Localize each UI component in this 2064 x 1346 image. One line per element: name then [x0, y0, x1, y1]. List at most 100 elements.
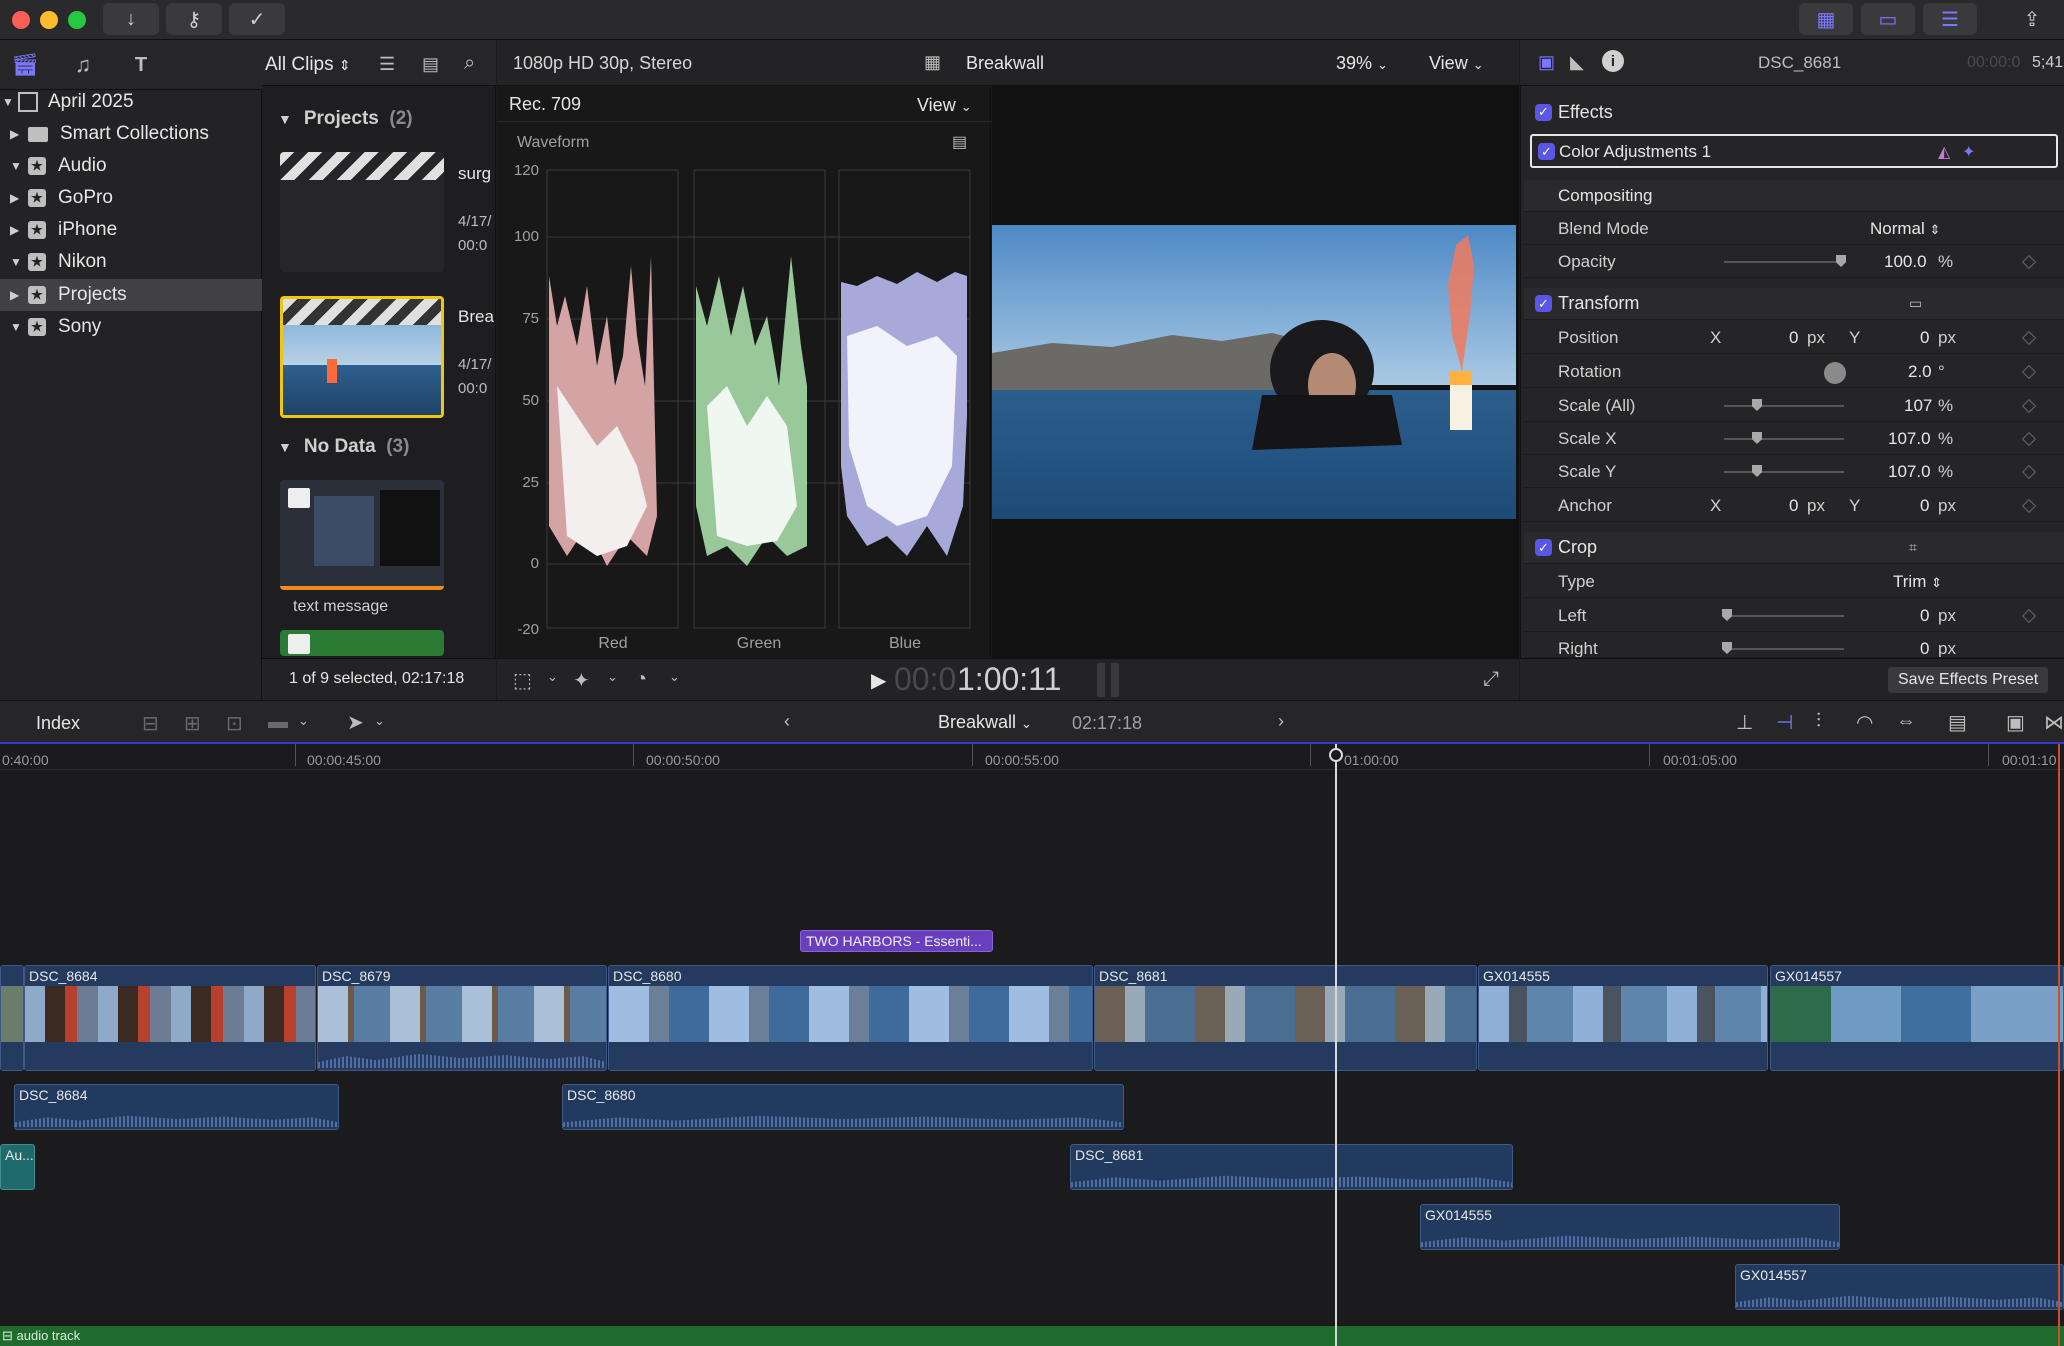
disclosure-triangle-icon[interactable]: ▶	[10, 191, 26, 205]
keyframe-icon[interactable]	[2021, 254, 2037, 269]
disclosure-triangle-icon[interactable]: ▶	[10, 127, 26, 141]
playhead-handle[interactable]	[1329, 748, 1343, 762]
zoom-menu[interactable]: 39% ⌄	[1336, 53, 1388, 74]
position-x-value[interactable]: 0	[1789, 328, 1798, 348]
audio-skimming-icon[interactable]: ⫶	[1816, 710, 1821, 733]
slider-knob[interactable]	[1752, 432, 1762, 444]
slider-knob[interactable]	[1752, 399, 1762, 411]
audio-clip-dsc-8680[interactable]: DSC_8680	[562, 1084, 1124, 1130]
project-menu[interactable]: Breakwall ⌄	[938, 712, 1032, 733]
timeline-toggle-button[interactable]: ▭	[1861, 3, 1915, 35]
filmstrip-icon[interactable]: ▤	[1948, 710, 1967, 735]
position-y-value[interactable]: 0	[1920, 328, 1929, 348]
history-back-icon[interactable]: ‹	[784, 711, 790, 732]
color-wheel-icon[interactable]: ◭	[1938, 142, 1950, 162]
project-thumbnail-breakwall[interactable]	[280, 296, 444, 418]
color-adjustments-checkbox[interactable]: ✓	[1538, 143, 1555, 160]
color-adjustments-effect[interactable]: ✓ Color Adjustments 1 ◭ ✦	[1530, 134, 2058, 168]
audio-clip-gx014557[interactable]: GX014557	[1735, 1264, 2064, 1310]
slider-knob[interactable]	[1722, 642, 1732, 654]
project-thumbnail-surg[interactable]	[280, 152, 444, 272]
disclosure-triangle-icon[interactable]: ▶	[10, 223, 26, 237]
speedometer-icon[interactable]: ◔	[635, 668, 647, 691]
filmstrip-view-icon[interactable]: ▤	[422, 54, 439, 75]
transform-tool-icon[interactable]: ⬚	[513, 668, 532, 693]
close-window-button[interactable]	[12, 11, 30, 29]
library-item-smart-collections[interactable]: ▶ Smart Collections	[0, 118, 262, 150]
slider-knob[interactable]	[1836, 255, 1846, 267]
video-clip-dsc-8684[interactable]: DSC_8684	[24, 965, 316, 1071]
slider-knob[interactable]	[1752, 465, 1762, 477]
keyframe-icon[interactable]	[2021, 330, 2037, 345]
disclosure-triangle-icon[interactable]: ▼	[2, 95, 18, 109]
crop-type-select[interactable]: Trim ⇕	[1893, 572, 1942, 592]
effects-browser-icon[interactable]: ▣	[2006, 710, 2025, 735]
clip-appearance-icon[interactable]: ⊥	[1736, 710, 1753, 735]
minimize-window-button[interactable]	[40, 11, 58, 29]
transform-onscreen-icon[interactable]: ▭	[1909, 295, 1922, 312]
append-clip-icon[interactable]: ⊡	[226, 711, 243, 736]
scale-all-slider[interactable]	[1724, 399, 1844, 411]
disclosure-triangle-icon[interactable]: ▼	[278, 111, 292, 127]
scale-x-slider[interactable]	[1724, 432, 1844, 444]
disclosure-triangle-icon[interactable]: ▼	[278, 439, 292, 455]
fullscreen-icon[interactable]: ⤢	[1483, 668, 1499, 691]
crop-right-slider[interactable]	[1722, 642, 1844, 654]
transform-checkbox[interactable]: ✓	[1535, 295, 1552, 312]
effects-section[interactable]: ✓ Effects	[1524, 96, 2064, 128]
skimming-icon[interactable]: ⇔	[1896, 710, 1916, 733]
video-viewer[interactable]	[992, 86, 1519, 658]
library-april-2025[interactable]: ▼ April 2025	[0, 86, 262, 118]
crop-right-value[interactable]: 0	[1920, 639, 1929, 657]
chevron-down-icon[interactable]: ⌄	[298, 713, 309, 729]
zoom-window-button[interactable]	[68, 11, 86, 29]
search-icon[interactable]: ⌕	[464, 52, 475, 75]
viewer-timecode[interactable]: 1:00:11	[957, 661, 1061, 698]
background-tasks-button[interactable]: ✓	[229, 3, 285, 35]
library-item-sony[interactable]: ▼ ★ Sony	[0, 311, 262, 343]
disclosure-triangle-icon[interactable]: ▼	[10, 320, 26, 334]
anchor-x-value[interactable]: 0	[1789, 496, 1798, 516]
transform-section[interactable]: ✓ Transform ▭	[1524, 288, 2064, 320]
blend-mode-select[interactable]: Normal ⇕	[1870, 219, 1940, 239]
insert-clip-icon[interactable]: ⊞	[184, 711, 201, 736]
chevron-down-icon[interactable]: ⌄	[547, 669, 558, 685]
titles-generators-icon[interactable]: T	[128, 52, 154, 78]
audio-clip-dsc-8681[interactable]: DSC_8681	[1070, 1144, 1513, 1190]
video-inspector-icon[interactable]: ▣	[1538, 52, 1555, 73]
save-effects-preset-button[interactable]: Save Effects Preset	[1888, 667, 2049, 693]
video-clip-dsc-8679[interactable]: DSC_8679	[317, 965, 607, 1071]
compositing-section[interactable]: Compositing	[1524, 180, 2064, 212]
clip-filter-menu[interactable]: All Clips ⇕	[265, 54, 351, 76]
keyframe-icon[interactable]	[2021, 498, 2037, 513]
play-icon[interactable]: ▶	[871, 668, 886, 693]
video-clip-gx014555[interactable]: GX014555	[1478, 965, 1768, 1071]
browser-toggle-button[interactable]: ▦	[1799, 3, 1853, 35]
title-clip[interactable]: TWO HARBORS - Essenti...	[800, 930, 993, 952]
opacity-value[interactable]: 100.0	[1884, 252, 1927, 272]
scale-y-slider[interactable]	[1724, 465, 1844, 477]
chevron-down-icon[interactable]: ⌄	[374, 713, 385, 729]
import-button[interactable]: ↓	[103, 3, 159, 35]
chevron-down-icon[interactable]: ⌄	[607, 669, 618, 685]
keyframe-icon[interactable]	[2021, 608, 2037, 623]
audio-clip-dsc-8684[interactable]: DSC_8684	[14, 1084, 339, 1130]
scale-y-value[interactable]: 107.0	[1888, 462, 1931, 482]
overwrite-clip-icon[interactable]: ▬	[268, 711, 288, 734]
crop-left-value[interactable]: 0	[1920, 606, 1929, 626]
viewer-view-menu[interactable]: View ⌄	[1429, 53, 1484, 74]
keyframe-icon[interactable]	[2021, 431, 2037, 446]
timeline-ruler[interactable]: 0:40:00 00:00:45:00 00:00:50:00 00:00:55…	[0, 744, 2064, 770]
video-clip-gx014557[interactable]: GX014557	[1770, 965, 2064, 1071]
disclosure-triangle-icon[interactable]: ▼	[10, 255, 26, 269]
playhead[interactable]	[1335, 744, 1337, 1346]
slider-knob[interactable]	[1722, 609, 1732, 621]
info-icon[interactable]: i	[1602, 50, 1624, 72]
crop-section[interactable]: ✓ Crop ⌗	[1524, 532, 2064, 564]
history-forward-icon[interactable]: ›	[1278, 711, 1284, 732]
video-clip-dsc-8680[interactable]: DSC_8680	[608, 965, 1093, 1071]
keywords-button[interactable]: ⚷	[166, 3, 222, 35]
inspector-toggle-button[interactable]: ☰	[1923, 3, 1977, 35]
clapperboard-icon[interactable]: 🎬︎	[11, 52, 39, 78]
library-item-gopro[interactable]: ▶ ★ GoPro	[0, 182, 262, 214]
